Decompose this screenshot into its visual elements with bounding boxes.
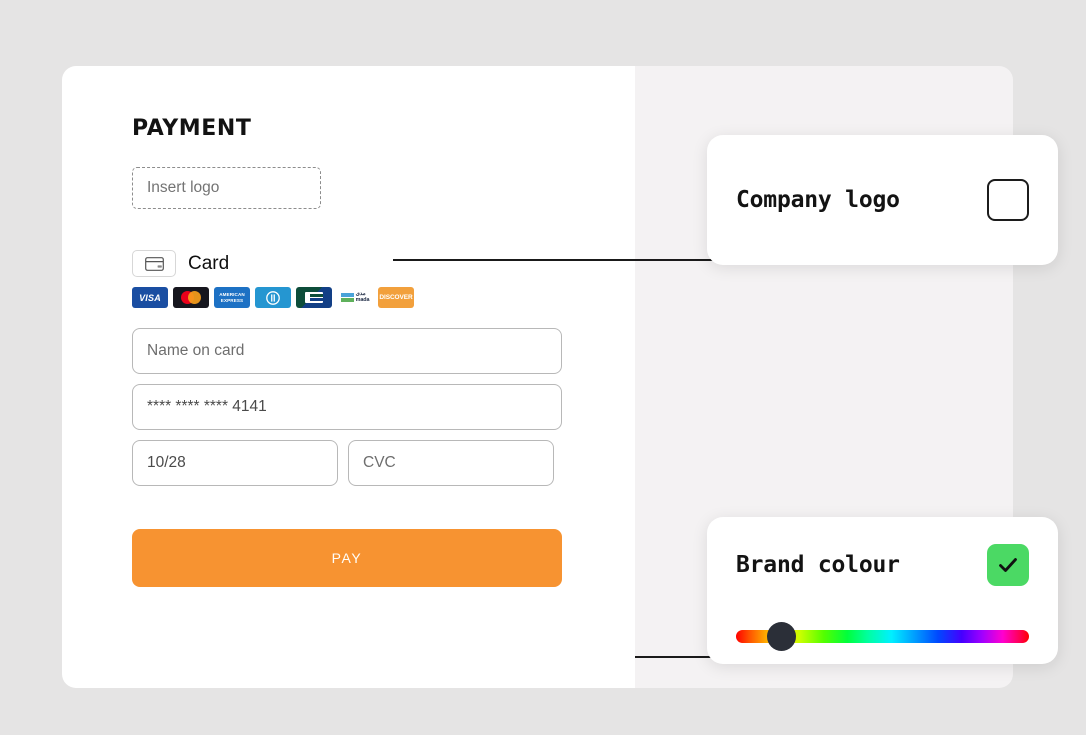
diners-club-icon	[255, 287, 291, 308]
empty-square-icon[interactable]	[987, 179, 1029, 221]
expiry-input[interactable]: 10/28	[132, 440, 338, 486]
connector-line-logo	[393, 259, 744, 261]
pay-button[interactable]: PAY	[132, 529, 562, 587]
card-number-input[interactable]: **** **** **** 4141	[132, 384, 562, 430]
mastercard-icon	[173, 287, 209, 308]
company-logo-title: Company logo	[736, 187, 900, 213]
insert-logo-placeholder: Insert logo	[147, 179, 220, 196]
cartes-bancaires-icon	[296, 287, 332, 308]
hue-slider-thumb[interactable]	[767, 622, 796, 651]
check-icon[interactable]	[987, 544, 1029, 586]
brand-colour-title: Brand colour	[736, 552, 900, 578]
name-on-card-input[interactable]: Name on card	[132, 328, 562, 374]
payment-method-card[interactable]: Card	[132, 250, 562, 277]
expiry-cvc-row: 10/28 CVC	[132, 440, 562, 486]
payment-form: PAYMENT Insert logo Card VISA AMERICAN EX…	[132, 118, 562, 587]
company-logo-card: Company logo	[707, 135, 1058, 265]
visa-icon: VISA	[132, 287, 168, 308]
brand-colour-card: Brand colour	[707, 517, 1058, 664]
credit-card-icon	[132, 250, 176, 277]
mada-icon: مدى mada	[337, 287, 373, 308]
discover-icon: DISCOVER	[378, 287, 414, 308]
cvc-input[interactable]: CVC	[348, 440, 554, 486]
accepted-card-brands: VISA AMERICAN EXPRESS مدى mada DISCOVER	[132, 287, 562, 308]
payment-method-label: Card	[188, 252, 230, 274]
page-title: PAYMENT	[132, 116, 252, 141]
insert-logo-dropzone[interactable]: Insert logo	[132, 167, 321, 209]
american-express-icon: AMERICAN EXPRESS	[214, 287, 250, 308]
card-fields: Name on card **** **** **** 4141 10/28 C…	[132, 328, 562, 486]
